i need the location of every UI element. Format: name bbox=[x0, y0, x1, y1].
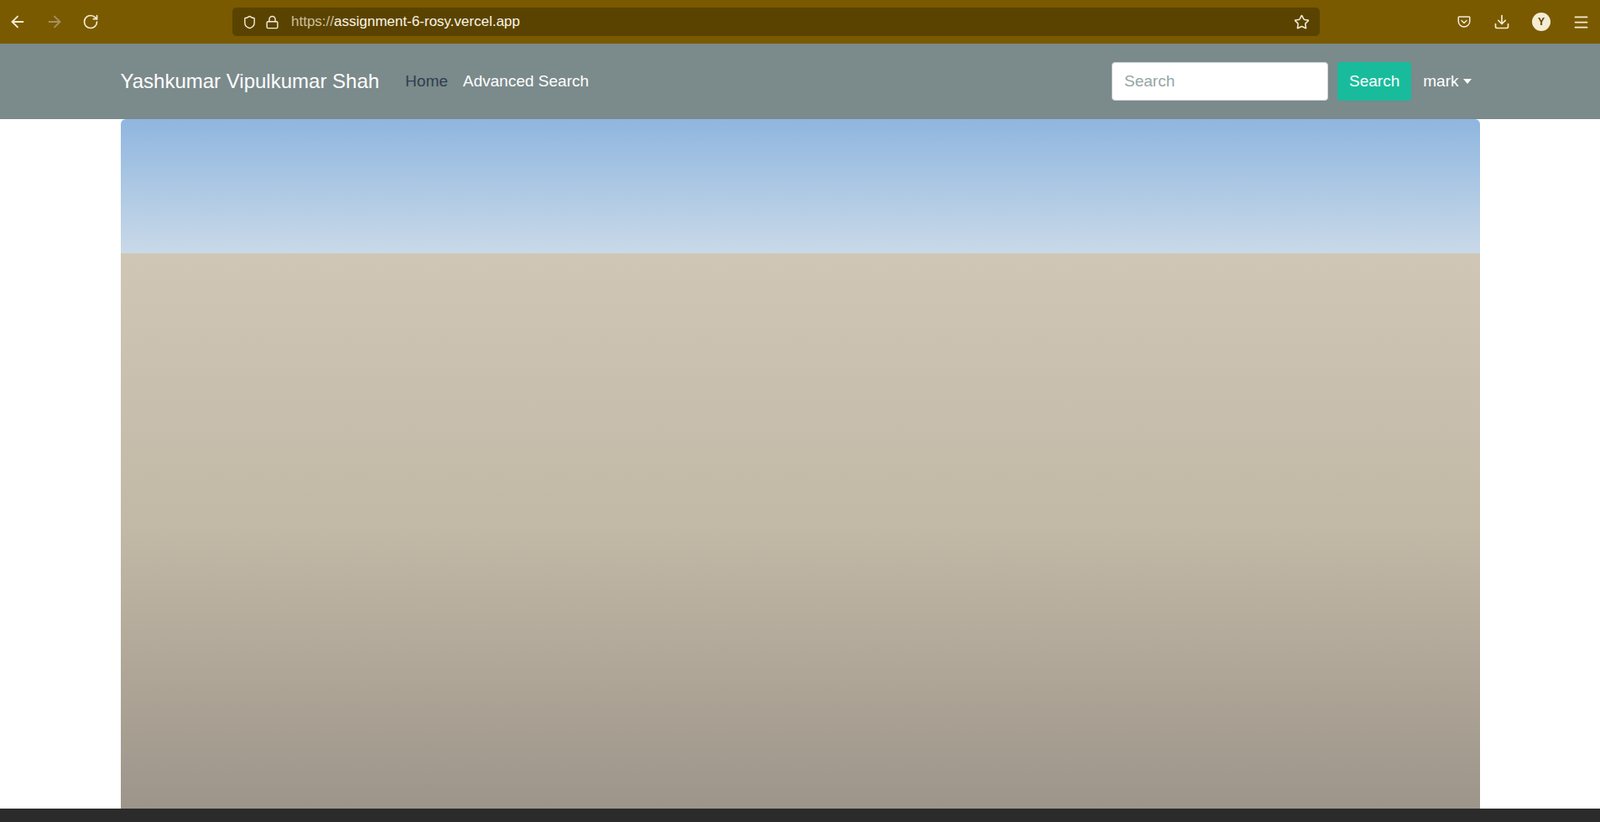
site-navbar: Yashkumar Vipulkumar Shah Home Advanced Se… bbox=[0, 43, 1600, 120]
bottom-strip bbox=[0, 808, 1600, 822]
reload-icon[interactable] bbox=[82, 13, 100, 31]
download-icon[interactable] bbox=[1493, 13, 1511, 31]
nav-link[interactable]: Home bbox=[405, 69, 449, 94]
url-bar[interactable]: https://assignment-6-rosy.vercel.app bbox=[232, 7, 1320, 37]
back-icon[interactable] bbox=[8, 12, 27, 32]
user-menu[interactable]: mark bbox=[1422, 69, 1471, 94]
hero-image bbox=[120, 119, 1481, 809]
bookmark-star-icon[interactable] bbox=[1293, 14, 1310, 31]
browser-toolbar: https://assignment-6-rosy.vercel.app Y bbox=[0, 0, 1600, 44]
search-button[interactable]: Search bbox=[1337, 62, 1412, 101]
shield-icon[interactable] bbox=[242, 15, 257, 30]
menu-icon[interactable] bbox=[1572, 13, 1590, 32]
caret-icon bbox=[1463, 78, 1472, 84]
forward-icon[interactable] bbox=[45, 12, 64, 32]
url-text[interactable]: https://assignment-6-rosy.vercel.app bbox=[291, 10, 521, 33]
profile-avatar[interactable]: Y bbox=[1532, 12, 1551, 32]
search-input[interactable] bbox=[1111, 62, 1329, 101]
lock-icon[interactable] bbox=[265, 15, 280, 30]
pocket-icon[interactable] bbox=[1456, 14, 1472, 30]
browser-window: https://assignment-6-rosy.vercel.app Y Yas… bbox=[0, 0, 1600, 822]
nav-link[interactable]: Advanced Search bbox=[463, 69, 589, 94]
brand[interactable]: Yashkumar Vipulkumar Shah bbox=[120, 66, 381, 97]
